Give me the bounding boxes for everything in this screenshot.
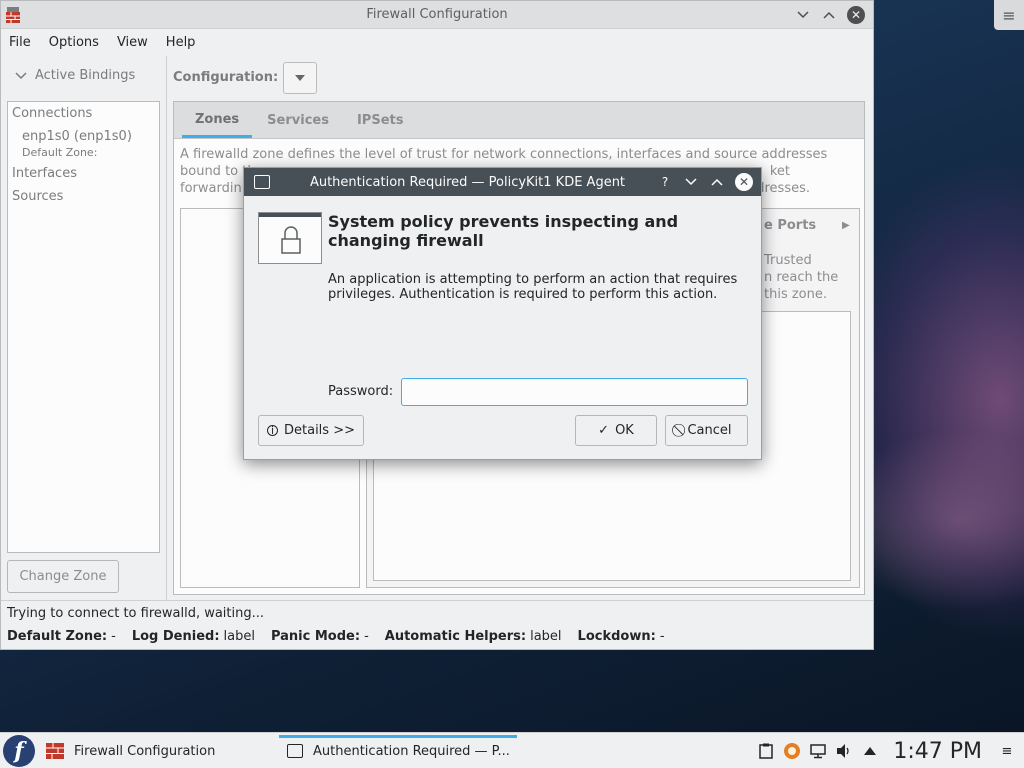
volume-icon[interactable] <box>835 742 853 760</box>
trusted-line-1: Trusted <box>764 253 812 268</box>
dialog-title: Authentication Required — PolicyKit1 KDE… <box>309 174 626 190</box>
tab-source-ports[interactable]: e Ports <box>764 218 816 233</box>
menu-options[interactable]: Options <box>49 35 99 50</box>
tree-connections[interactable]: Connections <box>12 106 92 121</box>
menu-help[interactable]: Help <box>166 35 196 50</box>
auto-helpers-label: Automatic Helpers: <box>384 629 527 644</box>
chevron-down-icon <box>15 71 27 79</box>
menubar: File Options View Help <box>1 29 873 55</box>
tree-sources[interactable]: Sources <box>12 189 63 204</box>
tree-default-zone: Default Zone: <box>22 146 98 159</box>
tab-services[interactable]: Services <box>254 113 342 138</box>
tree-interfaces[interactable]: Interfaces <box>12 166 77 181</box>
configuration-label: Configuration: <box>173 70 279 85</box>
password-input[interactable] <box>401 378 748 406</box>
info-icon: i <box>267 425 278 436</box>
active-bindings-toggle[interactable]: Active Bindings <box>15 68 135 83</box>
active-bindings-label: Active Bindings <box>35 68 136 83</box>
password-label: Password: <box>328 384 394 399</box>
ok-button[interactable]: ✓ OK <box>575 415 657 446</box>
status-message: Trying to connect to firewalld, waiting.… <box>7 606 265 621</box>
details-button-label: Details >> <box>284 423 355 438</box>
fedora-launcher-icon[interactable]: f <box>3 735 35 767</box>
dialog-minimize-icon[interactable] <box>683 174 699 190</box>
maximize-icon[interactable] <box>821 7 837 23</box>
panel-menu-icon[interactable]: ≡ <box>998 742 1016 760</box>
tab-scroll-right-icon[interactable]: ▶ <box>842 220 850 231</box>
help-icon[interactable]: ? <box>657 174 673 190</box>
dialog-titlebar[interactable]: Authentication Required — PolicyKit1 KDE… <box>244 168 761 196</box>
tree-connection-enp1s0[interactable]: enp1s0 (enp1s0) <box>22 129 132 144</box>
auth-task-icon <box>287 744 303 758</box>
dialog-heading: System policy prevents inspecting and ch… <box>328 212 748 250</box>
ok-button-label: OK <box>615 423 634 438</box>
dialog-heading-line-1: System policy prevents inspecting and <box>328 212 679 231</box>
menu-view[interactable]: View <box>117 35 148 50</box>
configuration-select[interactable] <box>283 62 317 94</box>
tab-zones[interactable]: Zones <box>182 112 253 138</box>
default-zone-value: - <box>111 629 116 644</box>
updates-icon[interactable] <box>783 742 801 760</box>
minimize-icon[interactable] <box>795 7 811 23</box>
task-label-firewall: Firewall Configuration <box>74 743 216 759</box>
dropdown-arrow-icon <box>295 75 305 81</box>
task-authentication-required[interactable]: Authentication Required — P... <box>279 735 517 767</box>
trusted-line-2: n reach the <box>764 270 839 285</box>
menu-file[interactable]: File <box>9 35 31 50</box>
lockdown-value: - <box>659 629 665 644</box>
dialog-body: An application is attempting to perform … <box>328 272 748 302</box>
details-button[interactable]: i Details >> <box>258 415 364 446</box>
log-denied-label: Log Denied: <box>131 629 220 644</box>
auto-helpers-value: label <box>530 629 562 644</box>
panic-mode-value: - <box>364 629 369 644</box>
dialog-close-icon[interactable]: ✕ <box>735 173 753 191</box>
trusted-line-3: this zone. <box>764 287 828 302</box>
auth-dialog: Authentication Required — PolicyKit1 KDE… <box>243 167 762 460</box>
desktop-toolbox-icon[interactable]: ≡ <box>994 0 1024 30</box>
dialog-body-line-2: privileges. Authentication is required t… <box>328 287 718 302</box>
dialog-maximize-icon[interactable] <box>709 174 725 190</box>
tabbar: Zones Services IPSets <box>174 102 864 139</box>
change-zone-button[interactable]: Change Zone <box>7 560 119 593</box>
tray-expand-icon[interactable] <box>861 742 879 760</box>
statusbar: Trying to connect to firewalld, waiting.… <box>1 600 873 650</box>
task-firewall-configuration[interactable]: Firewall Configuration <box>38 735 278 767</box>
zone-desc-line-2b: ket <box>769 164 790 179</box>
taskbar: f Firewall Configuration Authentication … <box>0 732 1024 768</box>
panic-mode-label: Panic Mode: <box>270 629 361 644</box>
zone-desc-line-1: A firewalld zone defines the level of tr… <box>180 147 828 162</box>
checkmark-icon: ✓ <box>598 423 610 438</box>
main-window-title: Firewall Configuration <box>366 7 508 22</box>
cancel-button[interactable]: ⃠ Cancel <box>665 415 748 446</box>
network-icon[interactable] <box>809 742 827 760</box>
status-fields: Default Zone: - Log Denied: label Panic … <box>7 629 665 644</box>
task-label-auth: Authentication Required — P... <box>313 743 510 759</box>
log-denied-value: label <box>223 629 255 644</box>
cancel-button-label: Cancel <box>687 423 732 438</box>
firewall-task-icon <box>46 743 64 759</box>
zone-desc-line-3a: forwardin <box>180 181 242 196</box>
lock-icon <box>258 212 322 264</box>
close-icon[interactable]: ✕ <box>847 6 865 24</box>
lockdown-label: Lockdown: <box>577 629 656 644</box>
dialog-heading-line-2: changing firewall <box>328 231 484 250</box>
clipboard-icon[interactable] <box>757 742 775 760</box>
left-pane: Active Bindings Connections enp1s0 (enp1… <box>1 56 167 600</box>
system-tray: 1:47 PM ≡ <box>757 733 1024 768</box>
tab-ipsets[interactable]: IPSets <box>344 113 417 138</box>
dialog-body-line-1: An application is attempting to perform … <box>328 272 738 287</box>
bindings-tree: Connections enp1s0 (enp1s0) Default Zone… <box>7 101 160 553</box>
main-titlebar[interactable]: Firewall Configuration ✕ <box>1 1 873 29</box>
default-zone-label: Default Zone: <box>7 629 108 644</box>
zone-trusted-text: Trusted n reach the this zone. <box>764 252 838 303</box>
clock[interactable]: 1:47 PM <box>893 739 982 764</box>
